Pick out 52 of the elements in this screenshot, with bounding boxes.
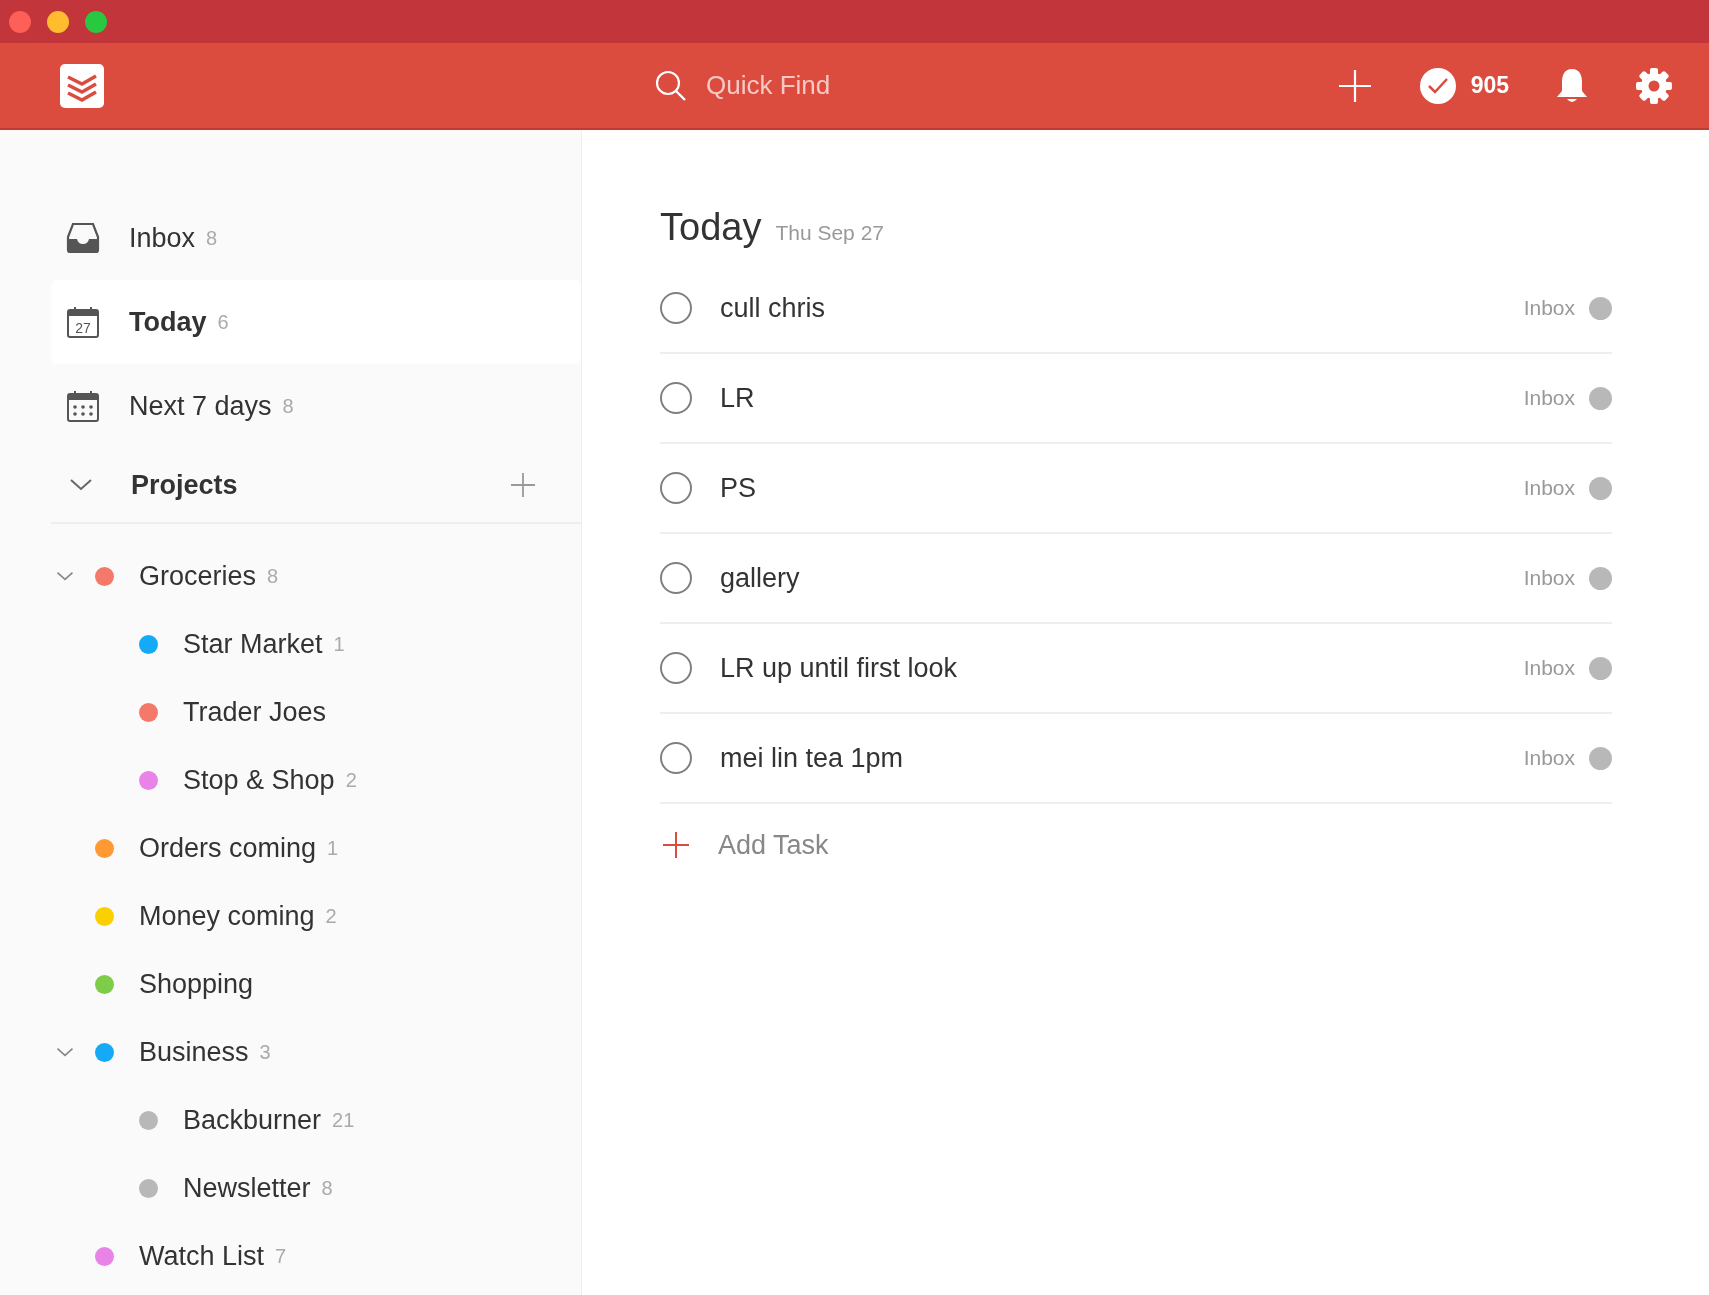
project-count: 2 xyxy=(345,768,357,792)
project-count: 7 xyxy=(275,1244,287,1268)
sidebar-nav-item[interactable]: Next 7 days 8 xyxy=(51,364,581,448)
app-logo-icon[interactable] xyxy=(60,63,104,108)
minimize-window-icon[interactable] xyxy=(47,10,69,33)
project-item[interactable]: Shopping xyxy=(139,968,254,1000)
sidebar-nav-item[interactable]: Inbox 8 xyxy=(51,196,581,280)
karma-count[interactable]: 905 xyxy=(1470,72,1509,99)
task-checkbox[interactable] xyxy=(660,742,692,774)
project-item[interactable]: Trader Joes xyxy=(183,696,327,728)
project-count: 8 xyxy=(321,1176,333,1200)
add-task-button[interactable]: Add Task xyxy=(660,804,1709,886)
project-item[interactable]: Business xyxy=(139,1036,249,1068)
project-count: 8 xyxy=(267,564,279,588)
task-checkbox[interactable] xyxy=(660,472,692,504)
task-title[interactable]: cull chris xyxy=(720,292,826,324)
date-label: Thu Sep 27 xyxy=(775,221,884,245)
task-checkbox[interactable] xyxy=(660,292,692,324)
project-item[interactable]: Orders coming xyxy=(139,832,317,864)
zoom-window-icon[interactable] xyxy=(85,10,107,33)
project-item[interactable]: Backburner xyxy=(183,1104,322,1136)
project-item[interactable]: Money coming xyxy=(139,900,315,932)
add-icon[interactable] xyxy=(510,472,536,498)
task-checkbox[interactable] xyxy=(660,562,692,594)
task-title[interactable]: gallery xyxy=(720,562,800,594)
bell-icon[interactable] xyxy=(1555,66,1589,105)
project-count: 3 xyxy=(259,1040,271,1064)
project-count: 2 xyxy=(325,904,337,928)
page-title: Today xyxy=(660,206,762,249)
project-item[interactable]: Groceries xyxy=(139,560,257,592)
project-item[interactable]: Star Market xyxy=(183,628,323,660)
task-title[interactable]: PS xyxy=(720,472,757,504)
task-checkbox[interactable] xyxy=(660,382,692,414)
plus-icon xyxy=(662,831,690,859)
project-count: 21 xyxy=(332,1108,355,1132)
search-icon xyxy=(654,68,688,103)
task-title[interactable]: LR xyxy=(720,382,755,414)
project-item[interactable]: Stop & Shop xyxy=(183,764,335,796)
task-checkbox[interactable] xyxy=(660,652,692,684)
sidebar-nav-item[interactable]: 27 Today 6 xyxy=(51,280,581,364)
project-item[interactable]: Newsletter xyxy=(183,1172,311,1204)
task-title[interactable]: LR up until first look xyxy=(720,652,958,684)
inbox-tray-icon xyxy=(66,221,100,255)
search-field[interactable]: Quick Find xyxy=(704,69,1008,102)
section-heading[interactable]: Projects xyxy=(131,469,238,501)
calendar-icon xyxy=(66,389,100,423)
project-count: 1 xyxy=(327,836,339,860)
project-count: 1 xyxy=(333,632,345,656)
task-title[interactable]: mei lin tea 1pm xyxy=(720,742,904,774)
project-item[interactable]: Watch List xyxy=(139,1240,265,1272)
settings-icon[interactable] xyxy=(1635,66,1673,105)
check-circle-icon[interactable] xyxy=(1418,66,1457,105)
